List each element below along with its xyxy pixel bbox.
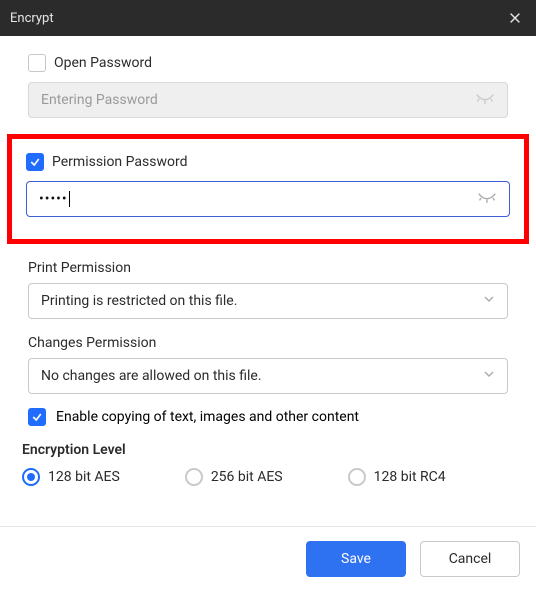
open-password-input: Entering Password [28,82,508,118]
text-cursor [69,191,70,207]
open-password-checkbox-row[interactable]: Open Password [28,54,508,72]
enable-copying-label: Enable copying of text, images and other… [56,409,359,425]
radio-icon[interactable] [185,468,203,486]
changes-permission-label: Changes Permission [28,335,508,351]
changes-permission-value: No changes are allowed on this file. [41,368,262,384]
radio-128-rc4[interactable]: 128 bit RC4 [348,468,446,486]
window-title: Encrypt [10,11,54,26]
encryption-level-section: Encryption Level 128 bit AES 256 bit AES… [10,442,526,486]
close-icon[interactable] [504,7,526,29]
cancel-button[interactable]: Cancel [420,541,520,577]
open-password-placeholder: Entering Password [41,92,475,108]
radio-icon[interactable] [348,468,366,486]
permission-password-value: ••••• [39,191,477,207]
radio-label: 128 bit AES [48,469,120,485]
print-permission-select[interactable]: Printing is restricted on this file. [28,283,508,319]
radio-label: 256 bit AES [211,469,283,485]
eye-closed-icon[interactable] [477,192,497,206]
titlebar: Encrypt [0,0,536,36]
changes-permission-select[interactable]: No changes are allowed on this file. [28,358,508,394]
permission-password-checkbox[interactable] [26,153,44,171]
save-button[interactable]: Save [306,541,406,577]
radio-128-aes[interactable]: 128 bit AES [22,468,120,486]
dialog-footer: Save Cancel [0,526,536,591]
permission-password-label: Permission Password [52,154,187,170]
print-permission-label: Print Permission [28,260,508,276]
eye-closed-icon [475,93,495,107]
open-password-section: Open Password Entering Password [10,54,526,118]
encryption-level-title: Encryption Level [22,442,508,458]
radio-icon[interactable] [22,468,40,486]
radio-label: 128 bit RC4 [374,469,446,485]
enable-copying-checkbox[interactable] [28,408,46,426]
permission-password-checkbox-row[interactable]: Permission Password [26,153,510,171]
enable-copying-row[interactable]: Enable copying of text, images and other… [28,408,508,426]
chevron-down-icon [483,293,495,309]
dialog-content: Open Password Entering Password Permissi… [0,36,536,526]
permission-password-input[interactable]: ••••• [26,181,510,217]
open-password-checkbox[interactable] [28,54,46,72]
encryption-level-options: 128 bit AES 256 bit AES 128 bit RC4 [22,468,508,486]
chevron-down-icon [483,368,495,384]
print-permission-value: Printing is restricted on this file. [41,293,237,309]
open-password-label: Open Password [54,55,152,71]
changes-permission-section: Changes Permission No changes are allowe… [10,335,526,426]
radio-256-aes[interactable]: 256 bit AES [185,468,283,486]
permission-password-highlight: Permission Password ••••• [7,134,529,244]
print-permission-section: Print Permission Printing is restricted … [10,260,526,319]
